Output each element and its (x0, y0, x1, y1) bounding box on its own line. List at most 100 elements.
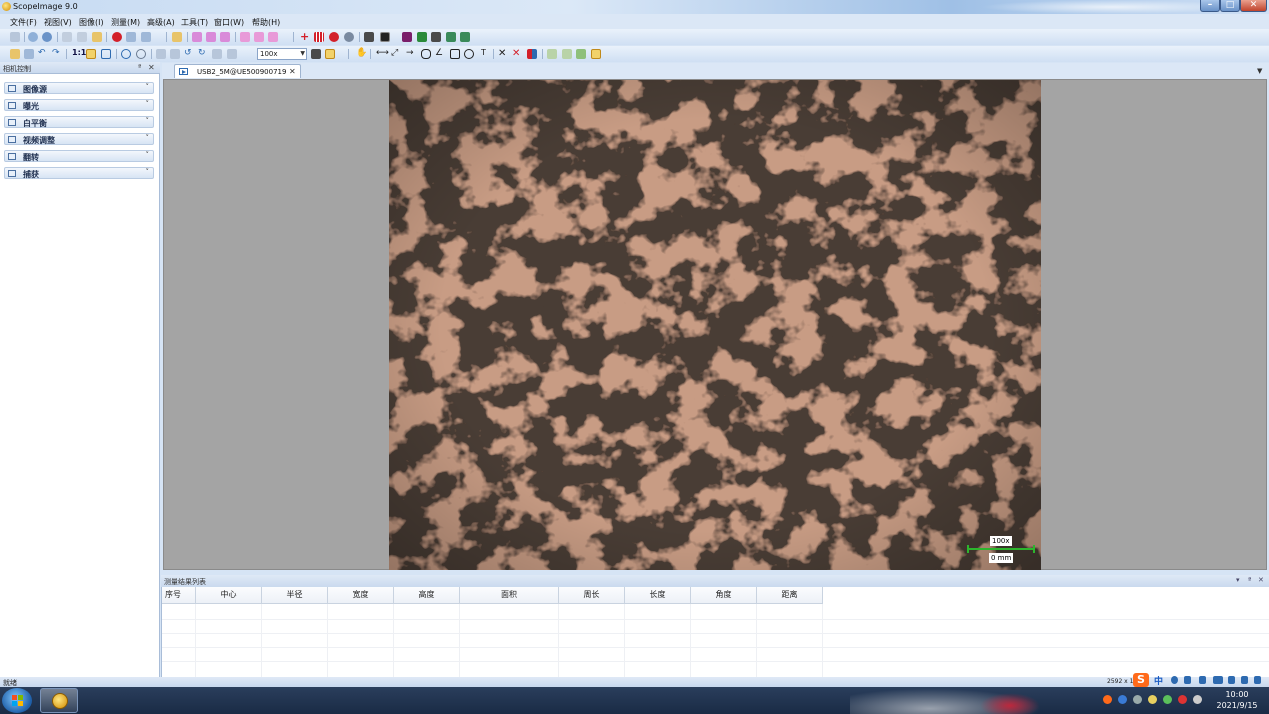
snapshot-icon[interactable] (62, 32, 72, 42)
polyline-tool-icon[interactable]: ⤢ (391, 49, 401, 59)
record-stop-icon[interactable] (141, 32, 151, 42)
section-flip[interactable]: 翻转 ˅ (4, 150, 154, 162)
folder-icon[interactable] (92, 32, 102, 42)
col-perimeter[interactable]: 周长 (559, 587, 625, 604)
user-icon[interactable] (1228, 676, 1235, 684)
flip-horizontal-icon[interactable] (170, 49, 180, 59)
contrast-icon[interactable] (380, 32, 390, 42)
shield-tray-icon[interactable] (1163, 695, 1172, 704)
export-icon[interactable] (172, 32, 182, 42)
upload-icon[interactable] (1241, 676, 1248, 684)
tab-camera-stream[interactable]: USB2_5M@UE500900719 ✕ (174, 64, 301, 78)
delete-all-icon[interactable]: ✕ (512, 49, 522, 59)
camera-select-icon[interactable] (10, 32, 20, 42)
col-center[interactable]: 中心 (196, 587, 262, 604)
scale-bar-icon[interactable] (325, 49, 335, 59)
sogou-tray-icon[interactable] (1103, 695, 1112, 704)
angle-tool-icon[interactable]: ∠ (435, 49, 445, 59)
pin-icon[interactable]: ª (1248, 576, 1251, 584)
target-icon[interactable] (329, 32, 339, 42)
section-capture[interactable]: 捕获 ˅ (4, 167, 154, 179)
green-channel-icon[interactable] (417, 32, 427, 42)
zoom-in-icon[interactable] (121, 49, 131, 59)
network-tray-icon[interactable] (1178, 695, 1187, 704)
zoom-select[interactable]: 100x ▼ (257, 48, 307, 60)
section-exposure[interactable]: 曝光 ˅ (4, 99, 154, 111)
circle-tool-icon[interactable] (464, 49, 474, 59)
fit-window-icon[interactable] (86, 49, 96, 59)
measure-list-icon[interactable] (547, 49, 557, 59)
record-icon[interactable] (112, 32, 122, 42)
color-icon[interactable] (402, 32, 412, 42)
maximize-button[interactable]: □ (1220, 0, 1240, 12)
text-tool-icon[interactable]: T (481, 48, 486, 57)
zoom-out-icon[interactable] (136, 49, 146, 59)
polygon-tool-icon[interactable] (421, 49, 431, 59)
system-clock[interactable]: 10:00 2021/9/15 (1210, 689, 1264, 711)
microscope-image[interactable] (389, 80, 1041, 570)
mirror-icon[interactable] (212, 49, 222, 59)
col-radius[interactable]: 半径 (262, 587, 328, 604)
microphone-icon[interactable] (1199, 676, 1206, 684)
actual-size-button[interactable]: 1:1 (72, 48, 86, 57)
menu-tools[interactable]: 工具(T) (181, 17, 208, 28)
reset-icon[interactable] (227, 49, 237, 59)
color-picker-icon[interactable] (527, 49, 537, 59)
menu-window[interactable]: 窗口(W) (214, 17, 244, 28)
taskbar-app-scopeimage[interactable] (40, 688, 78, 713)
undo-icon[interactable]: ↶ (38, 49, 48, 59)
tab-list-icon[interactable]: ▼ (1257, 67, 1262, 75)
col-angle[interactable]: 角度 (691, 587, 757, 604)
panel-close-icon[interactable]: ✕ (148, 63, 155, 72)
calibration-icon[interactable] (311, 49, 321, 59)
settings-icon[interactable] (344, 32, 354, 42)
overlay-icon[interactable] (431, 32, 441, 42)
col-area[interactable]: 面积 (460, 587, 559, 604)
export-measure-icon[interactable] (562, 49, 572, 59)
rotate-right-icon[interactable]: ↻ (198, 49, 208, 59)
col-index[interactable]: 序号 (162, 587, 196, 604)
align-center-icon[interactable] (206, 32, 216, 42)
keyboard-icon[interactable] (1213, 676, 1223, 684)
close-button[interactable]: ✕ (1240, 0, 1267, 12)
ime-mode[interactable]: 中 (1154, 674, 1163, 687)
sogou-logo-icon[interactable]: S (1133, 673, 1149, 687)
section-video-adjust[interactable]: 视频调整 ˅ (4, 133, 154, 145)
punctuation-icon[interactable] (1184, 676, 1191, 684)
stitch-icon[interactable] (446, 32, 456, 42)
help-tray-icon[interactable] (1118, 695, 1127, 704)
menu-image[interactable]: 图像(I) (79, 17, 104, 28)
col-distance[interactable]: 距离 (757, 587, 823, 604)
pin-icon[interactable]: ª (138, 63, 141, 71)
rotate-left-icon[interactable]: ↺ (184, 49, 194, 59)
move-down-icon[interactable] (268, 32, 278, 42)
rectangle-tool-icon[interactable] (450, 49, 460, 59)
wrench-icon[interactable] (1254, 676, 1261, 684)
ime-toolbar[interactable]: S 中 (1133, 673, 1269, 687)
report-icon[interactable] (576, 49, 586, 59)
menu-measure[interactable]: 测量(M) (111, 17, 140, 28)
security-tray-icon[interactable] (1148, 695, 1157, 704)
delete-icon[interactable]: ✕ (498, 49, 508, 59)
start-button[interactable] (2, 688, 32, 713)
table-icon[interactable] (591, 49, 601, 59)
edf-icon[interactable] (460, 32, 470, 42)
menu-advanced[interactable]: 高级(A) (147, 17, 175, 28)
section-white-balance[interactable]: 白平衡 ˅ (4, 116, 154, 128)
section-image-source[interactable]: 图像源 ˅ (4, 82, 154, 94)
col-width[interactable]: 宽度 (328, 587, 394, 604)
pause-icon[interactable] (42, 32, 52, 42)
arrow-tool-icon[interactable]: → (406, 49, 416, 59)
move-left-icon[interactable] (240, 32, 250, 42)
align-left-icon[interactable] (192, 32, 202, 42)
menu-file[interactable]: 文件(F) (10, 17, 37, 28)
record-pause-icon[interactable] (126, 32, 136, 42)
col-length[interactable]: 长度 (625, 587, 691, 604)
moon-icon[interactable] (1171, 676, 1178, 684)
image-invert-icon[interactable] (364, 32, 374, 42)
play-icon[interactable] (28, 32, 38, 42)
dropdown-icon[interactable]: ▾ (1236, 576, 1240, 584)
align-right-icon[interactable] (220, 32, 230, 42)
usb-tray-icon[interactable] (1133, 695, 1142, 704)
save-icon[interactable] (24, 49, 34, 59)
